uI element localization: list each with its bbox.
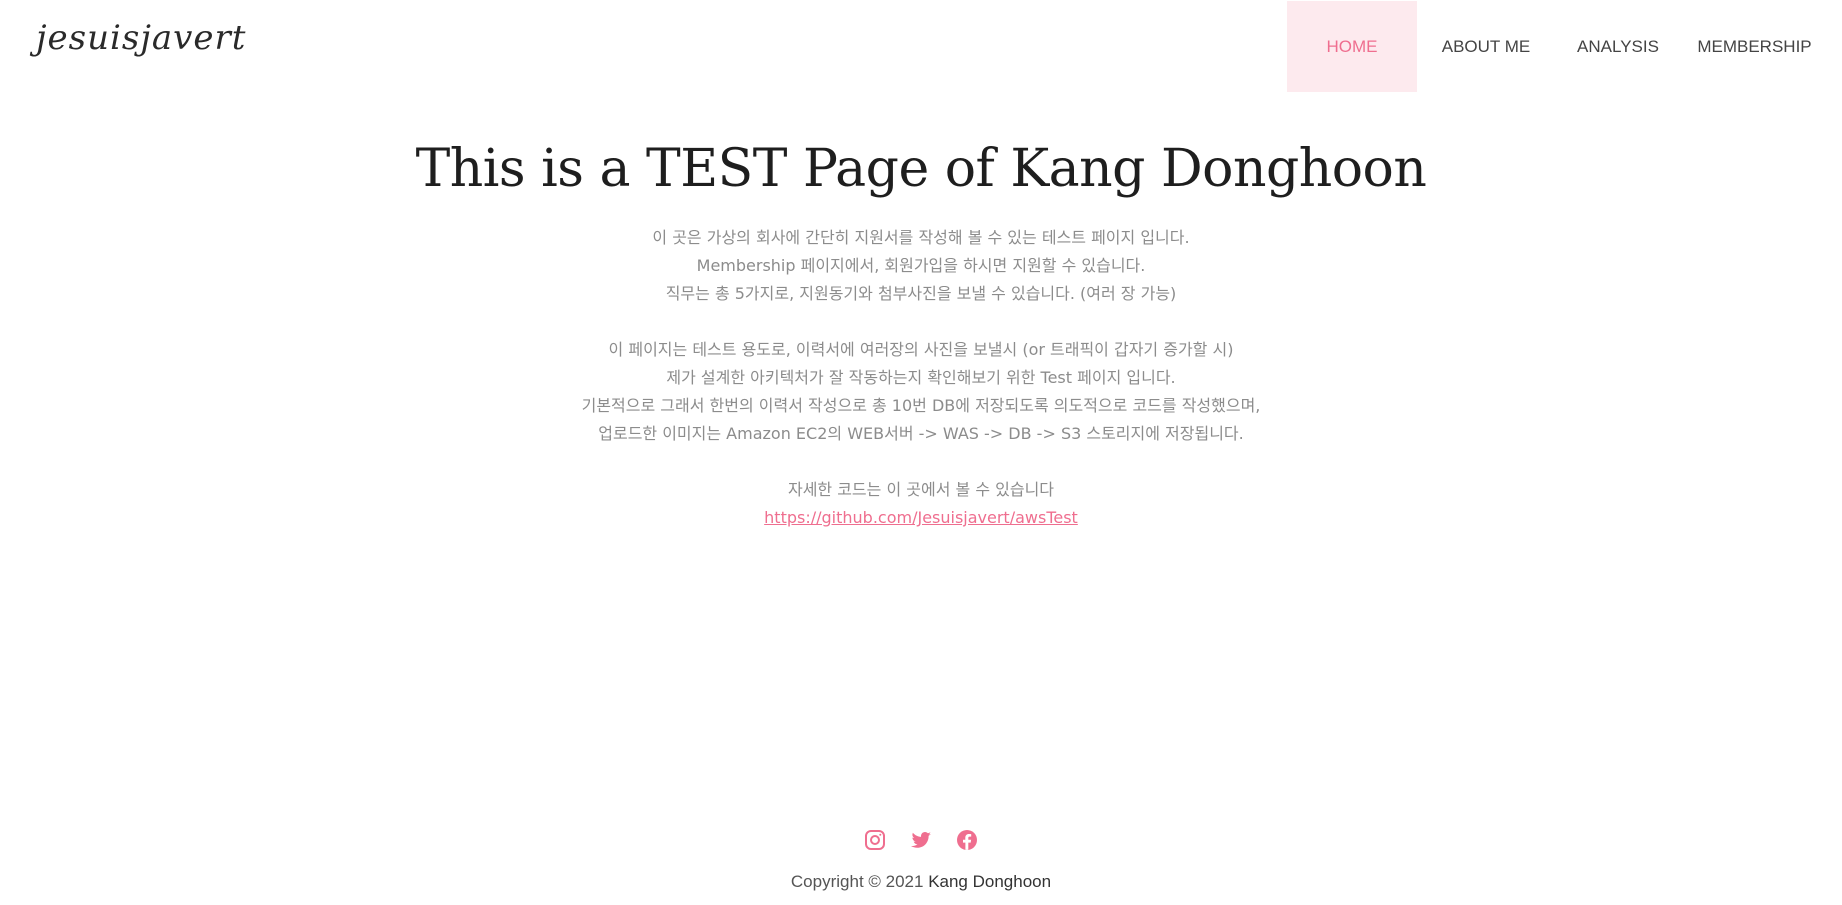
nav-item-home[interactable]: HOME	[1287, 1, 1417, 92]
site-footer: Copyright © 2021 Kang Donghoon	[0, 828, 1842, 892]
site-logo[interactable]: jesuisjavert	[36, 18, 246, 58]
intro-line: 제가 설계한 아키텍처가 잘 작동하는지 확인해보기 위한 Test 페이지 입…	[666, 368, 1176, 387]
copyright: Copyright © 2021 Kang Donghoon	[0, 872, 1842, 892]
github-link[interactable]: https://github.com/Jesuisjavert/awsTest	[764, 508, 1078, 527]
intro-line: 이 페이지는 테스트 용도로, 이력서에 여러장의 사진을 보낼시 (or 트래…	[608, 340, 1234, 359]
intro-line: 기본적으로 그래서 한번의 이력서 작성으로 총 10번 DB에 저장되도록 의…	[581, 396, 1261, 415]
site-header: jesuisjavert HOME ABOUT ME ANALYSIS MEMB…	[0, 0, 1842, 92]
twitter-icon[interactable]	[909, 828, 933, 852]
intro-line: 자세한 코드는 이 곳에서 볼 수 있습니다	[787, 480, 1055, 499]
nav-item-about-me[interactable]: ABOUT ME	[1417, 1, 1555, 92]
intro-line: 직무는 총 5가지로, 지원동기와 첨부사진을 보낼 수 있습니다. (여러 장…	[665, 284, 1177, 303]
main-nav: HOME ABOUT ME ANALYSIS MEMBERSHIP	[1287, 1, 1828, 92]
intro-line: 업로드한 이미지는 Amazon EC2의 WEB서버 -> WAS -> DB…	[598, 424, 1244, 443]
social-links	[0, 828, 1842, 852]
facebook-icon[interactable]	[955, 828, 979, 852]
instagram-icon[interactable]	[863, 828, 887, 852]
main-content: This is a TEST Page of Kang Donghoon 이 곳…	[0, 130, 1842, 532]
page-title: This is a TEST Page of Kang Donghoon	[415, 139, 1427, 199]
nav-item-analysis[interactable]: ANALYSIS	[1555, 1, 1681, 92]
copyright-prefix: Copyright © 2021	[790, 872, 924, 891]
intro-line: Membership 페이지에서, 회원가입을 하시면 지원할 수 있습니다.	[696, 256, 1146, 275]
copyright-owner: Kang Donghoon	[928, 872, 1052, 891]
code-link-line: https://github.com/Jesuisjavert/awsTest	[0, 504, 1842, 532]
intro-line: 이 곳은 가상의 회사에 간단히 지원서를 작성해 볼 수 있는 테스트 페이지…	[652, 228, 1190, 247]
nav-item-membership[interactable]: MEMBERSHIP	[1681, 1, 1828, 92]
intro-text: 이 곳은 가상의 회사에 간단히 지원서를 작성해 볼 수 있는 테스트 페이지…	[0, 224, 1842, 532]
